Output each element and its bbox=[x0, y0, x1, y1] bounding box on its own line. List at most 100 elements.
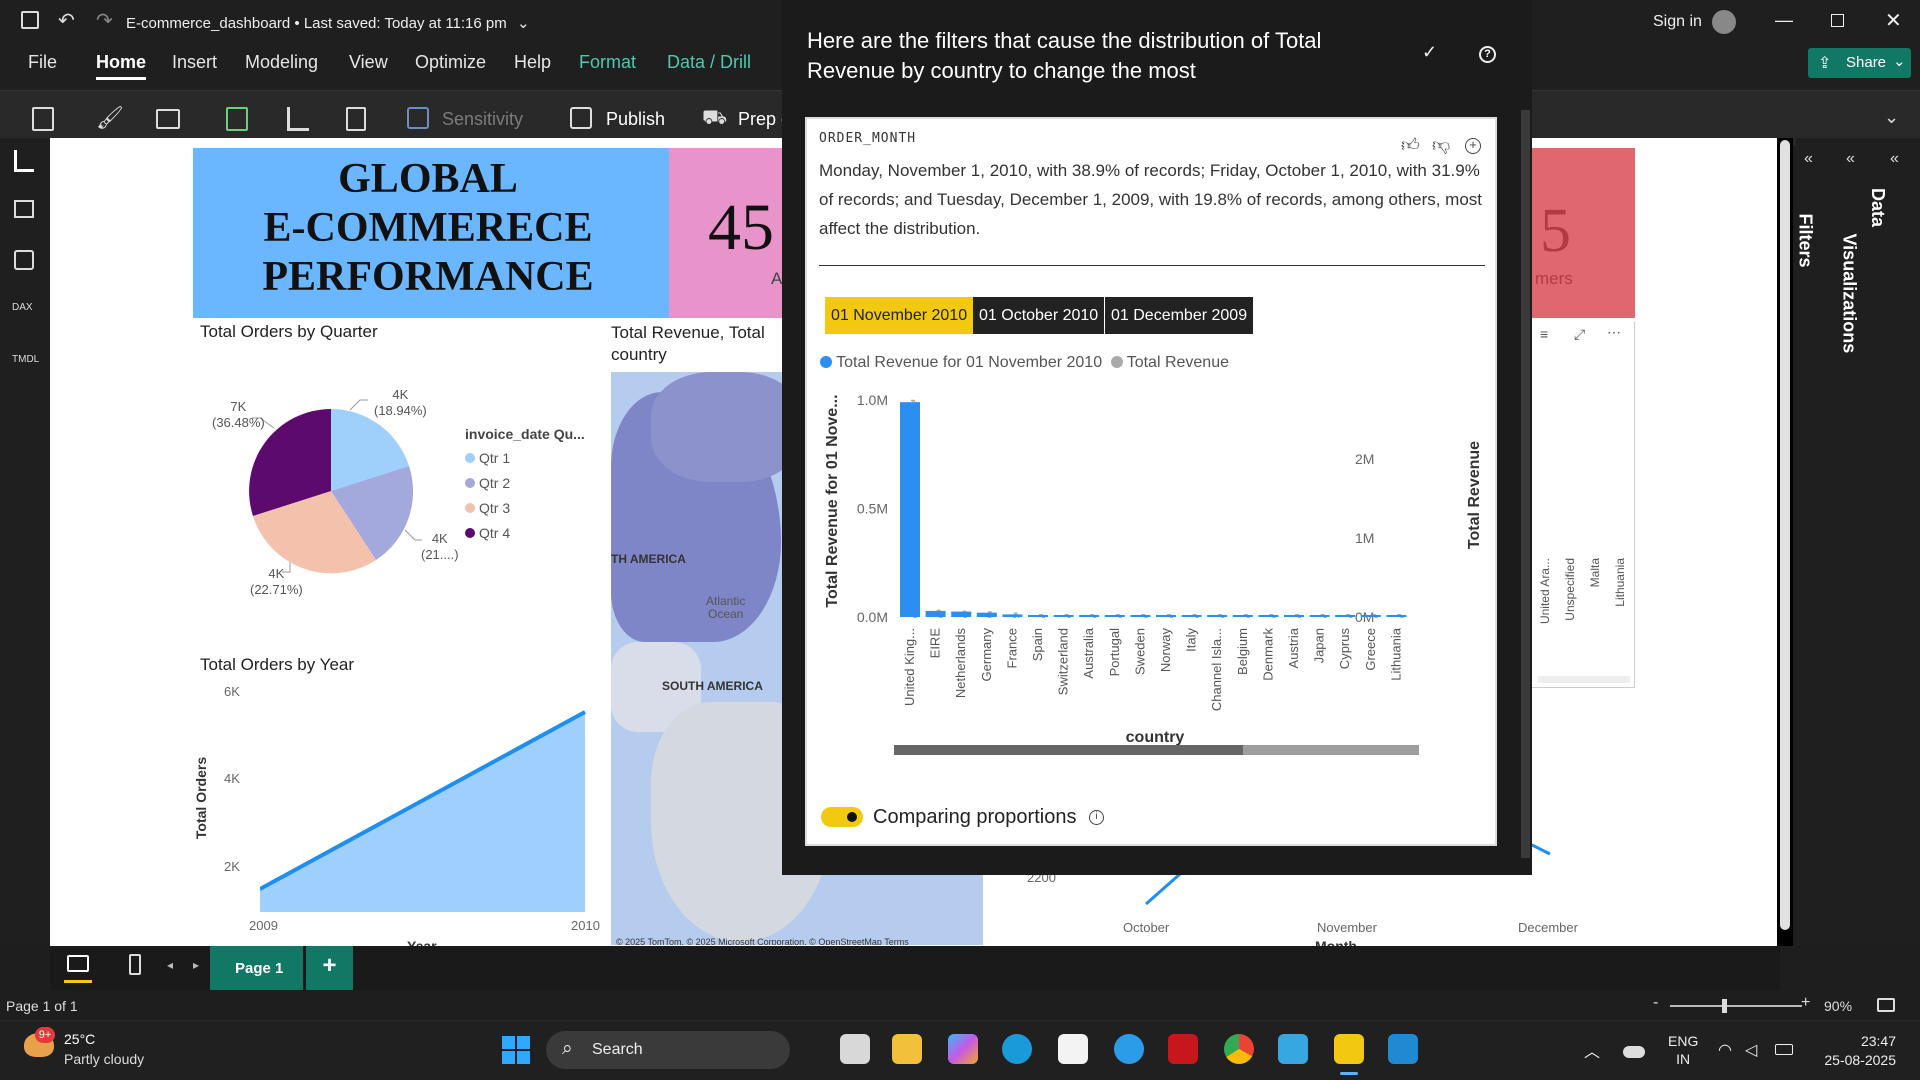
legend-item-qtr1[interactable]: Qtr 1 bbox=[465, 450, 585, 466]
add-page-button[interactable]: + bbox=[306, 946, 353, 990]
menu-insert[interactable]: Insert bbox=[172, 52, 217, 73]
mobile-view-icon[interactable] bbox=[129, 954, 141, 975]
legend-item-qtr3[interactable]: Qtr 3 bbox=[465, 500, 585, 516]
menu-format[interactable]: Format bbox=[579, 52, 636, 73]
table-view-icon[interactable] bbox=[14, 200, 34, 218]
get-data-icon[interactable] bbox=[156, 109, 180, 129]
chevron-down-icon[interactable]: ⌄ bbox=[517, 15, 530, 32]
zoom-in-icon[interactable]: + bbox=[1801, 994, 1810, 1012]
chrome-icon[interactable] bbox=[1224, 1034, 1254, 1064]
menu-help[interactable]: Help bbox=[514, 52, 551, 73]
ribbon-collapse-icon[interactable]: ⌄ bbox=[1884, 107, 1899, 128]
insight-bar-chart[interactable]: 1.0M0.5M0.0M2M1M0MUnited King...EIRENeth… bbox=[815, 385, 1495, 755]
avatar[interactable] bbox=[1712, 10, 1736, 34]
right-bar-scrollbar[interactable] bbox=[1538, 676, 1630, 683]
menu-data-drill[interactable]: Data / Drill bbox=[667, 52, 751, 73]
zoom-slider[interactable] bbox=[1670, 999, 1802, 1013]
info-icon[interactable]: i bbox=[1089, 810, 1104, 825]
model-view-icon[interactable] bbox=[14, 250, 34, 270]
comparing-proportions-toggle[interactable] bbox=[821, 807, 863, 827]
chart-scroll-track[interactable] bbox=[894, 745, 1419, 755]
fit-page-icon[interactable] bbox=[1877, 998, 1895, 1012]
clock[interactable]: 23:47 25-08-2025 bbox=[1816, 1032, 1896, 1070]
redo-icon[interactable]: ↷ bbox=[96, 8, 113, 33]
menu-home[interactable]: Home bbox=[96, 52, 147, 80]
focus-mode-icon[interactable]: ⤢ bbox=[1574, 326, 1585, 343]
calculator-icon[interactable] bbox=[346, 107, 366, 131]
edge-icon[interactable] bbox=[1002, 1034, 1032, 1064]
tmdl-view-icon[interactable]: TMDL bbox=[12, 354, 39, 365]
start-button[interactable] bbox=[502, 1036, 530, 1064]
canvas-scrollbar[interactable] bbox=[1777, 138, 1793, 946]
zoom-level[interactable]: 90% bbox=[1824, 998, 1852, 1014]
legend-label-primary[interactable]: Total Revenue for 01 November 2010 bbox=[836, 354, 1102, 371]
taskbar-search[interactable]: ⌕ Search bbox=[546, 1031, 790, 1069]
menu-view[interactable]: View bbox=[349, 52, 388, 73]
visualizations-pane-collapse-icon[interactable]: « bbox=[1846, 150, 1855, 168]
get-help-icon[interactable] bbox=[1114, 1034, 1144, 1064]
dax-query-icon[interactable]: DAX bbox=[12, 302, 33, 313]
more-options-icon[interactable]: ⋯ bbox=[1607, 324, 1621, 341]
minimize-icon[interactable]: — bbox=[1775, 10, 1793, 31]
data-pane-collapse-icon[interactable]: « bbox=[1890, 150, 1899, 168]
language-indicator[interactable]: ENG IN bbox=[1668, 1032, 1698, 1068]
task-view-icon[interactable] bbox=[840, 1034, 870, 1064]
sensitivity-button[interactable]: Sensitivity bbox=[442, 109, 523, 130]
menu-optimize[interactable]: Optimize bbox=[415, 52, 486, 73]
chip-oct-2010[interactable]: 01 October 2010 bbox=[973, 297, 1105, 334]
publish-icon[interactable] bbox=[570, 107, 592, 129]
paste-icon[interactable] bbox=[32, 107, 54, 131]
undo-icon[interactable]: ↶ bbox=[58, 8, 75, 33]
filters-pane-collapse-icon[interactable]: « bbox=[1804, 150, 1813, 168]
share-button[interactable]: ⇪ Share ⌄ bbox=[1808, 48, 1911, 78]
file-explorer-icon[interactable] bbox=[892, 1034, 922, 1064]
refresh-icon[interactable] bbox=[226, 107, 248, 131]
visualizations-pane-tab[interactable]: Visualizations bbox=[1839, 234, 1860, 384]
thumbs-up-icon[interactable]: 👍︎ bbox=[1401, 134, 1420, 156]
zoom-out-icon[interactable]: - bbox=[1653, 994, 1658, 1012]
volume-icon[interactable]: ◁ bbox=[1745, 1040, 1757, 1060]
weather-desc[interactable]: Partly cloudy bbox=[64, 1051, 144, 1067]
desktop-view-icon[interactable] bbox=[67, 955, 89, 972]
thumbs-down-icon[interactable]: 👎︎ bbox=[1432, 134, 1450, 156]
chevron-right-icon[interactable]: ▸ bbox=[193, 958, 199, 972]
vscode-icon[interactable] bbox=[1388, 1034, 1418, 1064]
legend-item-qtr4[interactable]: Qtr 4 bbox=[465, 525, 585, 541]
wifi-icon[interactable]: ◠ bbox=[1718, 1040, 1732, 1060]
chip-dec-2009[interactable]: 01 December 2009 bbox=[1105, 297, 1254, 334]
sign-in-link[interactable]: Sign in bbox=[1653, 13, 1702, 31]
filter-icon[interactable]: ≡ bbox=[1540, 326, 1548, 342]
save-icon[interactable] bbox=[21, 11, 39, 29]
area-chart[interactable] bbox=[260, 690, 590, 920]
chevron-up-icon[interactable]: ︿ bbox=[1584, 1038, 1600, 1062]
chevron-left-icon[interactable]: ◂ bbox=[167, 958, 173, 972]
help-icon[interactable]: ? bbox=[1479, 46, 1496, 63]
data-pane-tab[interactable]: Data bbox=[1867, 188, 1888, 227]
legend-label-secondary[interactable]: Total Revenue bbox=[1127, 354, 1229, 371]
format-painter-icon[interactable]: 🖌 bbox=[96, 105, 124, 131]
store-icon[interactable] bbox=[1058, 1034, 1088, 1064]
chip-nov-2010[interactable]: 01 November 2010 bbox=[825, 297, 974, 334]
notepad-icon[interactable] bbox=[1278, 1034, 1308, 1064]
onedrive-icon[interactable] bbox=[1623, 1046, 1645, 1058]
publish-button[interactable]: Publish bbox=[606, 109, 665, 130]
close-icon[interactable]: ✕ bbox=[1885, 8, 1902, 33]
menu-file[interactable]: File bbox=[28, 52, 57, 73]
overlay-scrollbar[interactable] bbox=[1521, 110, 1530, 858]
mcafee-icon[interactable] bbox=[1168, 1034, 1198, 1064]
copilot-icon[interactable] bbox=[948, 1034, 978, 1064]
menu-modeling[interactable]: Modeling bbox=[245, 52, 318, 73]
new-visual-icon[interactable] bbox=[287, 107, 309, 131]
battery-icon[interactable] bbox=[1775, 1044, 1793, 1055]
add-icon[interactable]: + bbox=[1465, 138, 1481, 154]
checkmark-icon[interactable]: ✓ bbox=[1422, 42, 1437, 63]
legend-item-qtr2[interactable]: Qtr 2 bbox=[465, 475, 585, 491]
weather-temp[interactable]: 25°C bbox=[64, 1031, 95, 1047]
prep-data-icon[interactable]: ⛟ bbox=[702, 107, 727, 132]
restore-icon[interactable] bbox=[1831, 14, 1844, 27]
report-view-icon[interactable] bbox=[14, 150, 34, 172]
tab-page-1[interactable]: Page 1 bbox=[210, 946, 303, 990]
filters-pane-tab[interactable]: Filters bbox=[1795, 213, 1816, 267]
chart-scroll-thumb[interactable] bbox=[894, 745, 1243, 755]
power-bi-icon[interactable] bbox=[1334, 1034, 1364, 1064]
